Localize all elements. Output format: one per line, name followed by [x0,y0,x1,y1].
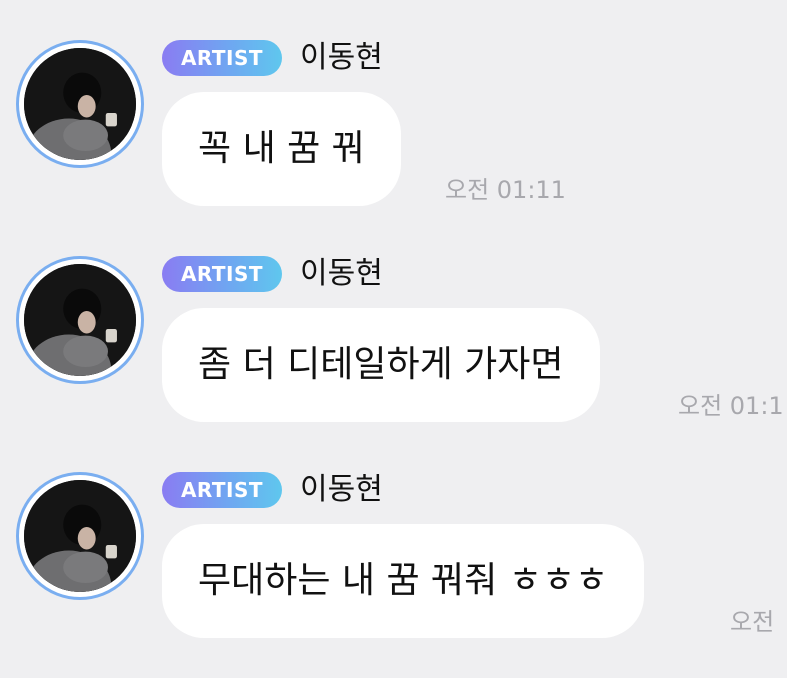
avatar[interactable] [16,40,144,168]
artist-badge: ARTIST [162,40,282,76]
message-bubble[interactable]: 꼭 내 꿈 꿔 [162,92,401,206]
message-bubble[interactable]: 무대하는 내 꿈 꿔줘 ㅎㅎㅎ [162,524,645,638]
message-bubble[interactable]: 좀 더 디테일하게 가자면 [162,308,600,422]
avatar[interactable] [16,256,144,384]
sender-name: 이동현 [300,40,383,75]
artist-badge: ARTIST [162,256,282,292]
sender-name: 이동현 [300,256,383,291]
chat-message: ARTIST 이동현 무대하는 내 꿈 꿔줘 ㅎㅎㅎ 오전 [0,468,787,678]
chat-message: ARTIST 이동현 좀 더 디테일하게 가자면 오전 01:1 [0,252,787,462]
profile-photo-icon [24,48,136,160]
avatar[interactable] [16,472,144,600]
message-timestamp: 오전 01:11 [445,176,566,204]
sender-name: 이동현 [300,472,383,507]
chat-message: ARTIST 이동현 꼭 내 꿈 꿔 오전 01:11 [0,36,787,246]
artist-badge: ARTIST [162,472,282,508]
message-timestamp: 오전 01:1 [678,392,784,420]
message-timestamp: 오전 [730,608,775,636]
profile-photo-icon [24,480,136,592]
profile-photo-icon [24,264,136,376]
